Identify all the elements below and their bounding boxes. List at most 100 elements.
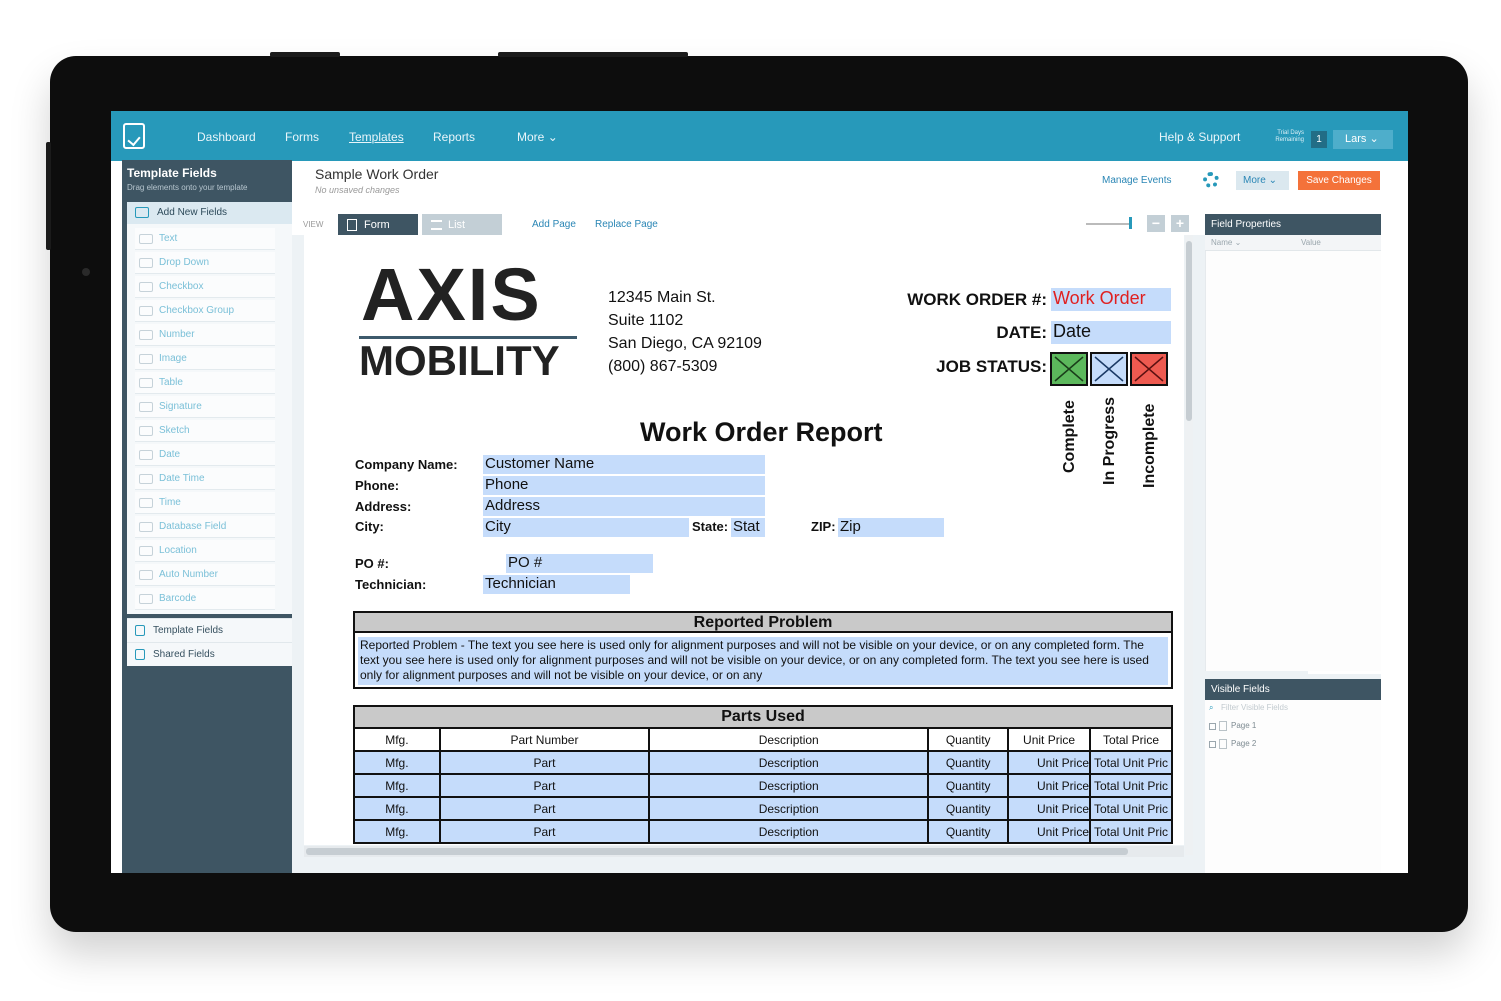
cell-unit-price[interactable]: Unit Price [1007,796,1091,821]
cell-total-price[interactable]: Total Unit Pric [1089,796,1173,821]
cell-mfg[interactable]: Mfg. [353,796,441,821]
tab-list[interactable]: List [422,214,502,236]
palette-field-auto-number[interactable]: Auto Number [135,564,275,586]
cell-total-price[interactable]: Total Unit Pric [1089,750,1173,775]
manage-events-link[interactable]: Manage Events [1102,175,1172,186]
palette-field-database[interactable]: Database Field [135,516,275,538]
cell-mfg[interactable]: Mfg. [353,773,441,798]
phone-field[interactable]: Phone [483,476,765,495]
nav-templates[interactable]: Templates [349,130,404,144]
cell-unit-price[interactable]: Unit Price [1007,819,1091,844]
tab-list-label: List [448,219,466,231]
palette-field-barcode[interactable]: Barcode [135,588,275,610]
template-page[interactable]: AXIS MOBILITY 12345 Main St. Suite 1102 … [304,235,1184,845]
tablet-button-top-mid [498,52,688,57]
zoom-slider-track[interactable] [1086,223,1132,225]
cell-mfg[interactable]: Mfg. [353,750,441,775]
zoom-slider-thumb[interactable] [1129,217,1132,229]
cell-total-price[interactable]: Total Unit Pric [1089,773,1173,798]
cell-part[interactable]: Part [438,796,651,821]
add-new-fields-section[interactable]: Add New Fields [127,202,292,224]
cell-quantity[interactable]: Quantity [927,819,1010,844]
palette-field-checkbox[interactable]: Checkbox [135,276,275,298]
cell-description[interactable]: Description [648,796,930,821]
nav-help-support[interactable]: Help & Support [1159,130,1240,144]
cell-total-price[interactable]: Total Unit Pric [1089,819,1173,844]
add-page-link[interactable]: Add Page [532,219,576,230]
replace-page-link[interactable]: Replace Page [595,219,658,230]
status-incomplete-checkbox[interactable] [1130,352,1168,386]
cell-quantity[interactable]: Quantity [927,796,1010,821]
cell-description[interactable]: Description [648,750,930,775]
palette-field-location[interactable]: Location [135,540,275,562]
shared-fields-section[interactable]: Shared Fields [127,642,292,666]
cell-part[interactable]: Part [438,773,651,798]
tab-form[interactable]: Form [338,214,418,236]
gear-icon[interactable] [1203,172,1219,188]
cell-part[interactable]: Part [438,819,651,844]
nav-more[interactable]: More ⌄ [517,130,558,144]
zoom-in-button[interactable]: + [1171,215,1189,232]
city-field[interactable]: City [483,518,689,537]
horizontal-scrollbar-thumb[interactable] [306,848,1128,855]
user-menu-button[interactable]: Lars ⌄ [1333,130,1393,149]
template-fields-panel: Template Fields Drag elements onto your … [122,160,292,873]
cell-quantity[interactable]: Quantity [927,773,1010,798]
nav-dashboard[interactable]: Dashboard [197,130,256,144]
nav-reports[interactable]: Reports [433,130,475,144]
reported-problem-field[interactable]: Reported Problem - The text you see here… [358,637,1168,685]
template-title[interactable]: Sample Work Order [315,166,438,182]
palette-field-text[interactable]: Text [135,228,275,250]
hash-icon [139,330,153,340]
state-field[interactable]: Stat [731,518,765,537]
cell-unit-price[interactable]: Unit Price [1007,773,1091,798]
palette-field-signature[interactable]: Signature [135,396,275,418]
vertical-scrollbar-thumb[interactable] [1186,241,1192,421]
palette-field-sketch[interactable]: Sketch [135,420,275,442]
sort-icon: ⌄ [1234,238,1242,247]
more-button[interactable]: More ⌄ [1236,171,1289,190]
palette-field-number[interactable]: Number [135,324,275,346]
address-phone: (800) 867-5309 [608,358,718,375]
company-name-field[interactable]: Customer Name [483,455,765,474]
nav-forms[interactable]: Forms [285,130,319,144]
job-status-label: JOB STATUS: [936,357,1047,376]
filter-visible-fields-input[interactable]: Filter Visible Fields [1221,703,1288,712]
save-changes-button[interactable]: Save Changes [1298,171,1380,190]
app-logo-icon[interactable] [123,123,145,149]
date-field[interactable]: Date [1051,321,1171,344]
palette-field-time[interactable]: Time [135,492,275,514]
palette-field-date-time[interactable]: Date Time [135,468,275,490]
cell-quantity[interactable]: Quantity [927,750,1010,775]
technician-field[interactable]: Technician [483,575,630,594]
palette-field-label: Database Field [159,521,227,532]
palette-field-label: Drop Down [159,257,210,268]
cell-description[interactable]: Description [648,819,930,844]
status-complete-checkbox[interactable] [1050,352,1088,386]
template-fields-section[interactable]: Template Fields [127,618,292,642]
zip-field[interactable]: Zip [838,518,944,537]
checkbox-group-icon [139,306,153,316]
zoom-out-button[interactable]: − [1147,215,1165,232]
palette-field-label: Barcode [159,593,197,604]
address-field[interactable]: Address [483,497,765,516]
cell-unit-price[interactable]: Unit Price [1007,750,1091,775]
cell-mfg[interactable]: Mfg. [353,819,441,844]
cell-part[interactable]: Part [438,750,651,775]
cell-description[interactable]: Description [648,773,930,798]
visible-page-1[interactable]: Page 1 [1231,721,1256,730]
palette-field-table[interactable]: Table [135,372,275,394]
expand-icon[interactable] [1209,741,1216,748]
palette-field-label: Date [159,449,181,460]
col-name-header[interactable]: Name ⌄ [1211,235,1241,251]
signature-icon [139,402,153,412]
palette-field-image[interactable]: Image [135,348,275,370]
palette-field-date[interactable]: Date [135,444,275,466]
palette-field-checkbox-group[interactable]: Checkbox Group [135,300,275,322]
work-order-field[interactable]: Work Order [1051,288,1171,311]
visible-page-2[interactable]: Page 2 [1231,739,1256,748]
palette-field-dropdown[interactable]: Drop Down [135,252,275,274]
expand-icon[interactable] [1209,723,1216,730]
po-field[interactable]: PO # [506,554,653,573]
status-in-progress-checkbox[interactable] [1090,352,1128,386]
